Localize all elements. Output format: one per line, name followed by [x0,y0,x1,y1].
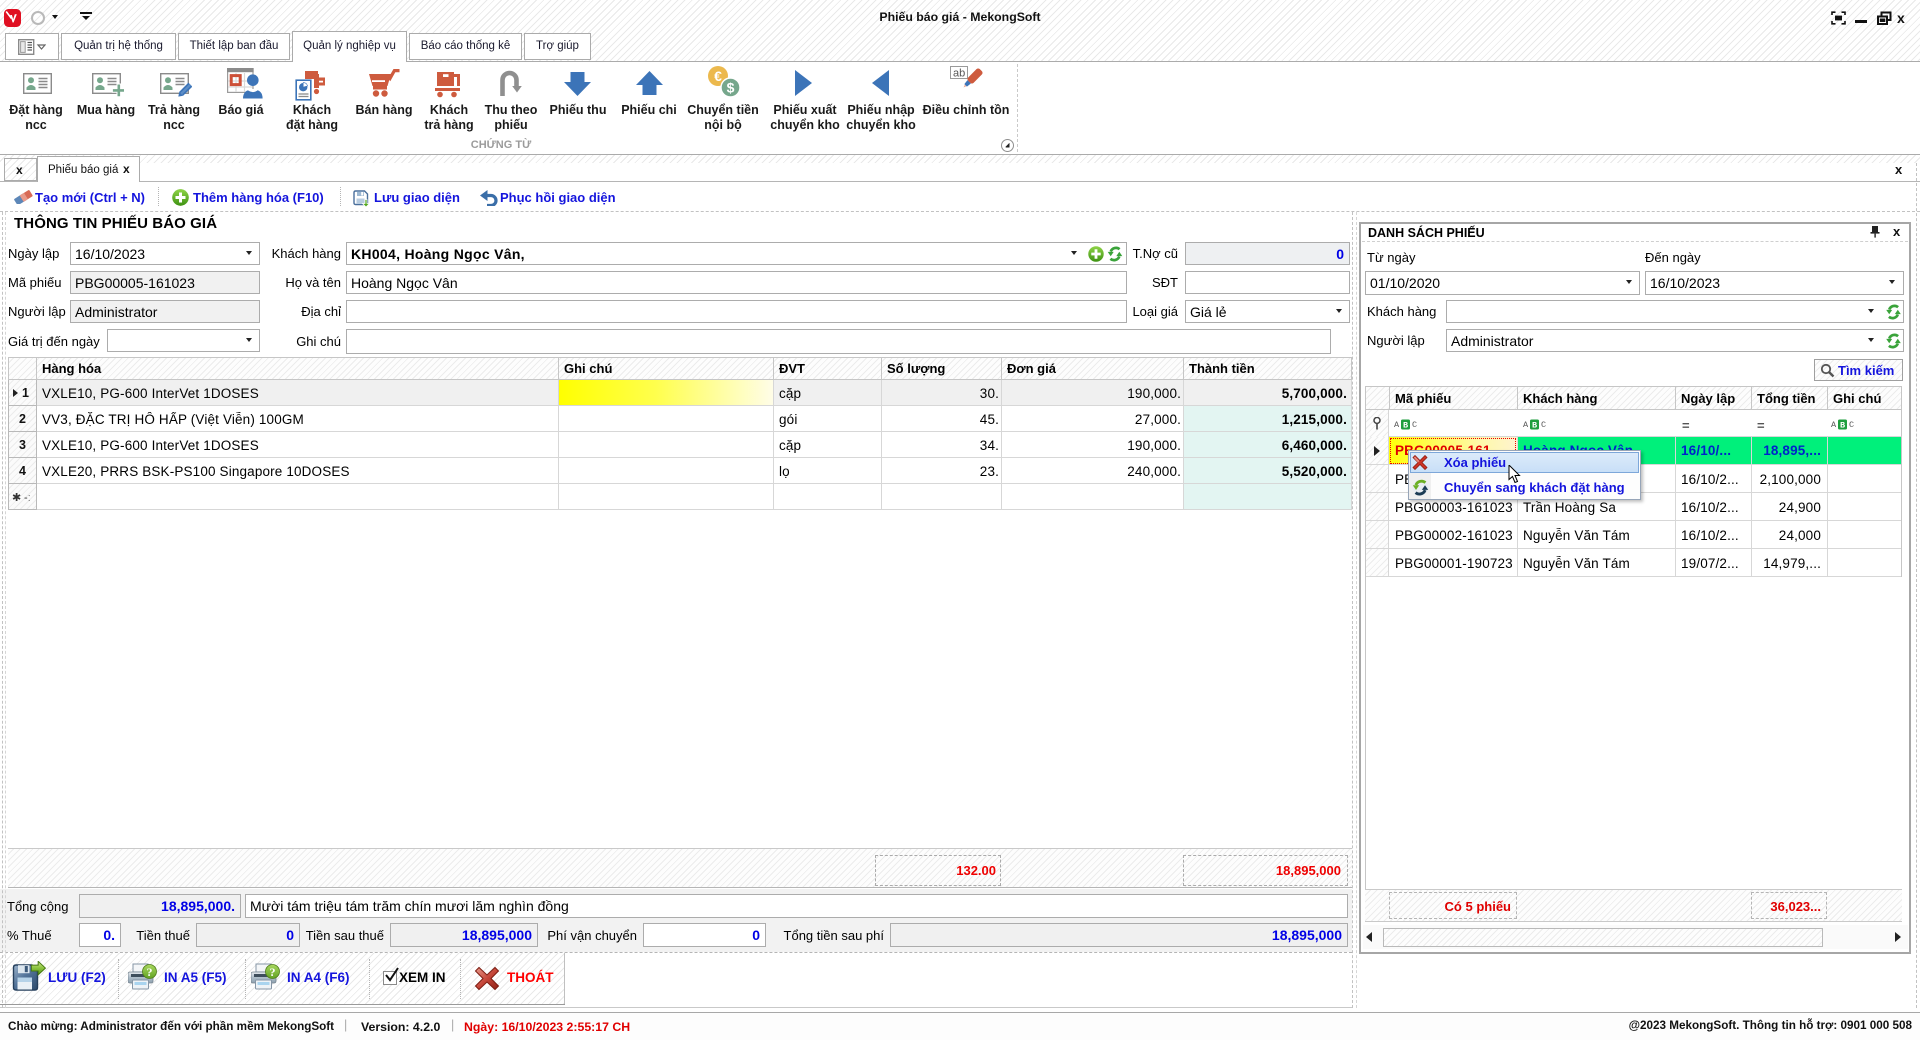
svg-text:B: B [1532,421,1537,431]
svg-text:ab: ab [953,68,965,80]
svg-text:B: B [1840,421,1845,431]
svg-text:A: A [1523,420,1529,430]
svg-text:$: $ [727,80,735,96]
svg-text:B: B [1403,421,1408,431]
svg-text:A: A [1394,420,1400,430]
svg-text:C: C [1541,420,1546,430]
svg-text:?: ? [147,965,153,979]
svg-text:C: C [1849,420,1854,430]
svg-text:€: € [714,68,722,84]
svg-text:C: C [1412,420,1417,430]
svg-text:?: ? [270,965,276,979]
svg-text:A: A [1831,420,1837,430]
